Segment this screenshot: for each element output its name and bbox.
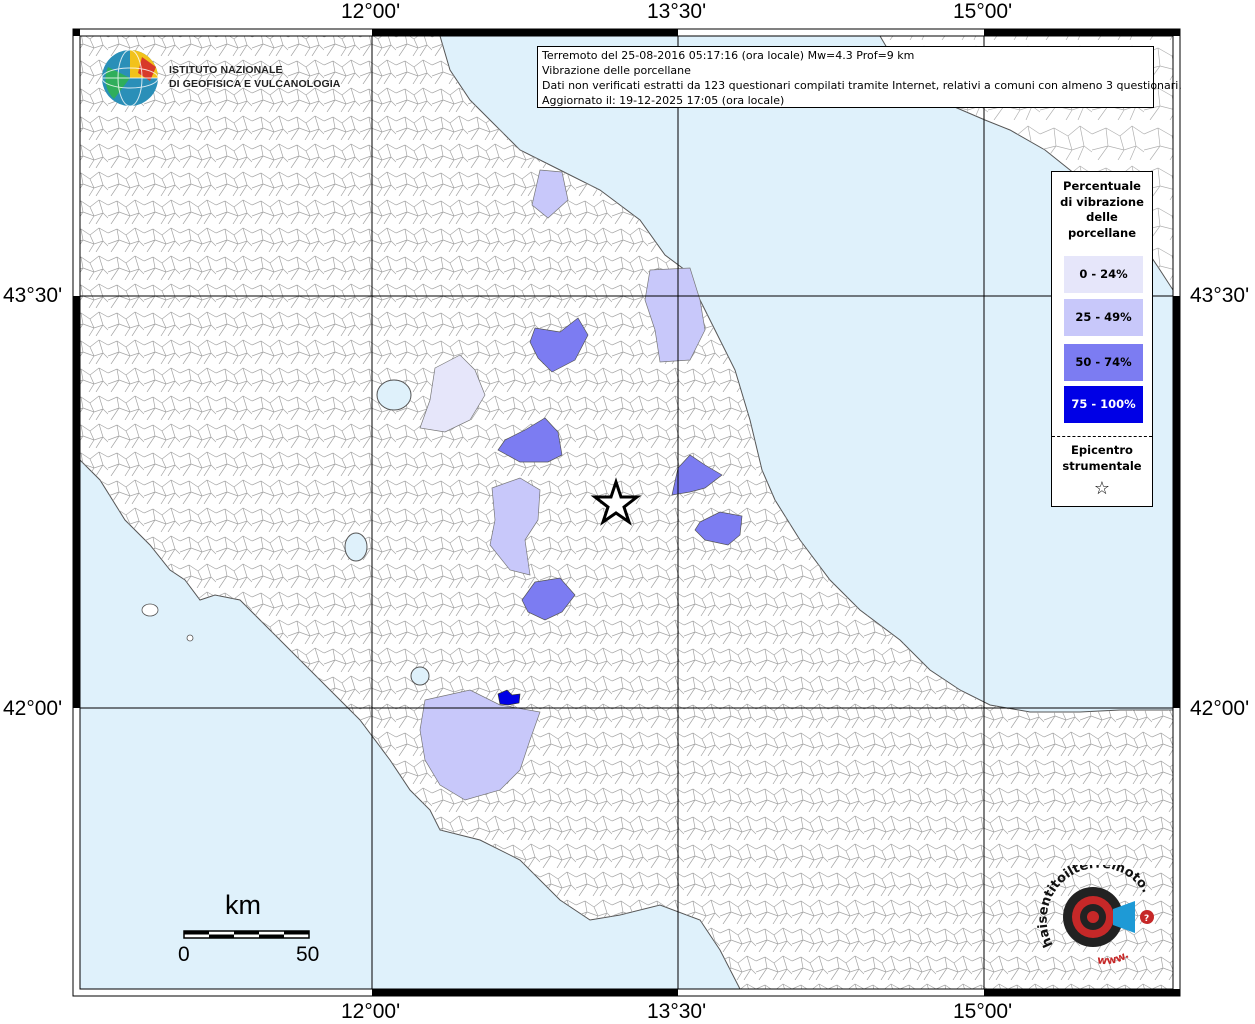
legend-title-line: Percentuale [1063,179,1141,193]
info-box: Terremoto del 25-08-2016 05:17:16 (ora l… [537,46,1182,108]
legend-separator [1052,436,1152,437]
legend-class-75-100: 75 - 100% [1064,386,1143,423]
haisentito-target-icon: haisentitoilterremoto.it www. ? [1032,854,1154,967]
svg-text:?: ? [1144,914,1149,924]
legend-epicenter-line: strumentale [1062,459,1142,473]
scale-bar [183,930,310,939]
haisentito-logo: haisentitoilterremoto.it www. ? [1032,854,1165,975]
lon-label-top-1: 12°00' [341,0,401,23]
legend-title: Percentuale di vibrazione delle porcella… [1052,179,1152,241]
legend-class-25-49: 25 - 49% [1064,299,1143,336]
lake-bolsena [344,532,368,562]
svg-text:www.: www. [1097,948,1131,967]
legend-title-line: di vibrazione [1060,194,1144,209]
legend-title-line: delle [1086,210,1118,224]
lake-bracciano [410,666,430,686]
info-line3: Dati non verificati estratti da 123 ques… [542,79,1182,92]
lat-label-left-2: 42°00' [3,697,63,720]
scale-start: 0 [178,943,190,966]
ingv-name-line2: DI GEOFISICA E VULCANOLOGIA [169,78,341,90]
legend-class-50-74: 50 - 74% [1064,344,1143,381]
info-line2: Vibrazione delle porcellane [542,64,691,77]
legend-class-0-24: 0 - 24% [1064,256,1143,293]
legend-star-icon: ☆ [1093,478,1111,499]
lon-label-bottom-3: 15°00' [953,1000,1013,1023]
lat-label-right-1: 43°30' [1190,284,1250,307]
scale-end: 50 [296,943,320,966]
lon-label-top-3: 15°00' [953,0,1013,23]
lat-label-left-1: 43°30' [3,284,63,307]
legend: Percentuale di vibrazione delle porcella… [1051,171,1153,507]
scale-unit: km [225,890,261,920]
ingv-globe-icon [101,49,159,107]
legend-epicenter: Epicentro strumentale [1052,442,1152,474]
ingv-name-line1: ISTITUTO NAZIONALE [169,64,283,76]
lake-trasimeno [376,379,412,411]
brand-text-bottom: www. [1097,948,1131,967]
info-line1: Terremoto del 25-08-2016 05:17:16 (ora l… [542,49,915,62]
legend-title-line: porcellane [1067,225,1137,240]
info-line4: Aggiornato il: 19-12-2025 17:05 (ora loc… [542,94,785,107]
lon-label-bottom-2: 13°30' [647,1000,707,1023]
lon-label-bottom-1: 12°00' [341,1000,401,1023]
lat-label-right-2: 42°00' [1190,697,1250,720]
lon-label-top-2: 13°30' [647,0,707,23]
ingv-name: ISTITUTO NAZIONALE DI GEOFISICA E VULCAN… [169,63,340,91]
legend-epicenter-line: Epicentro [1071,443,1133,457]
